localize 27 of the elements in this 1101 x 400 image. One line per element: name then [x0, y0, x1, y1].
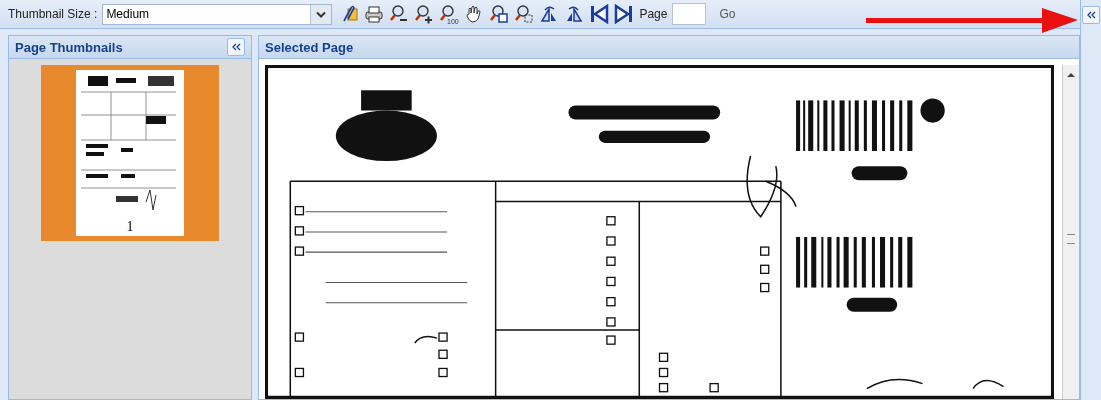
last-page-icon[interactable]	[614, 4, 635, 25]
vertical-scrollbar[interactable]	[1062, 65, 1079, 399]
double-chevron-left-icon	[1086, 11, 1096, 19]
rotate-right-icon[interactable]	[564, 4, 585, 25]
first-page-icon[interactable]	[589, 4, 610, 25]
zoom-page-icon[interactable]	[489, 4, 510, 25]
scroll-up-arrow-icon[interactable]	[1066, 71, 1076, 80]
zoom-in-icon[interactable]	[414, 4, 435, 25]
double-chevron-left-icon	[231, 43, 241, 52]
collapse-button[interactable]	[1082, 6, 1100, 24]
page-number-field[interactable]	[672, 3, 707, 26]
redaction-mark	[851, 166, 908, 181]
page-thumbnail[interactable]: 1	[41, 65, 219, 242]
caret-icon	[310, 4, 332, 24]
thumbnail-size-dropdown[interactable]: Medium	[102, 3, 333, 25]
panel-title: Selected Page	[265, 39, 354, 55]
go-button[interactable]: Go	[711, 5, 744, 24]
thumbnail-size-label: Thumbnail Size :	[8, 7, 98, 22]
printer-icon[interactable]	[364, 4, 385, 25]
zoom-area-icon[interactable]	[514, 4, 535, 25]
page-label: Page	[639, 7, 668, 22]
handwriting-drawing	[413, 335, 438, 345]
panel-title: Page Thumbnails	[15, 39, 123, 55]
redaction-mark	[920, 98, 945, 123]
signature-drawing	[746, 155, 797, 218]
collapse-button[interactable]	[227, 38, 245, 57]
page-number: 1	[126, 220, 134, 235]
